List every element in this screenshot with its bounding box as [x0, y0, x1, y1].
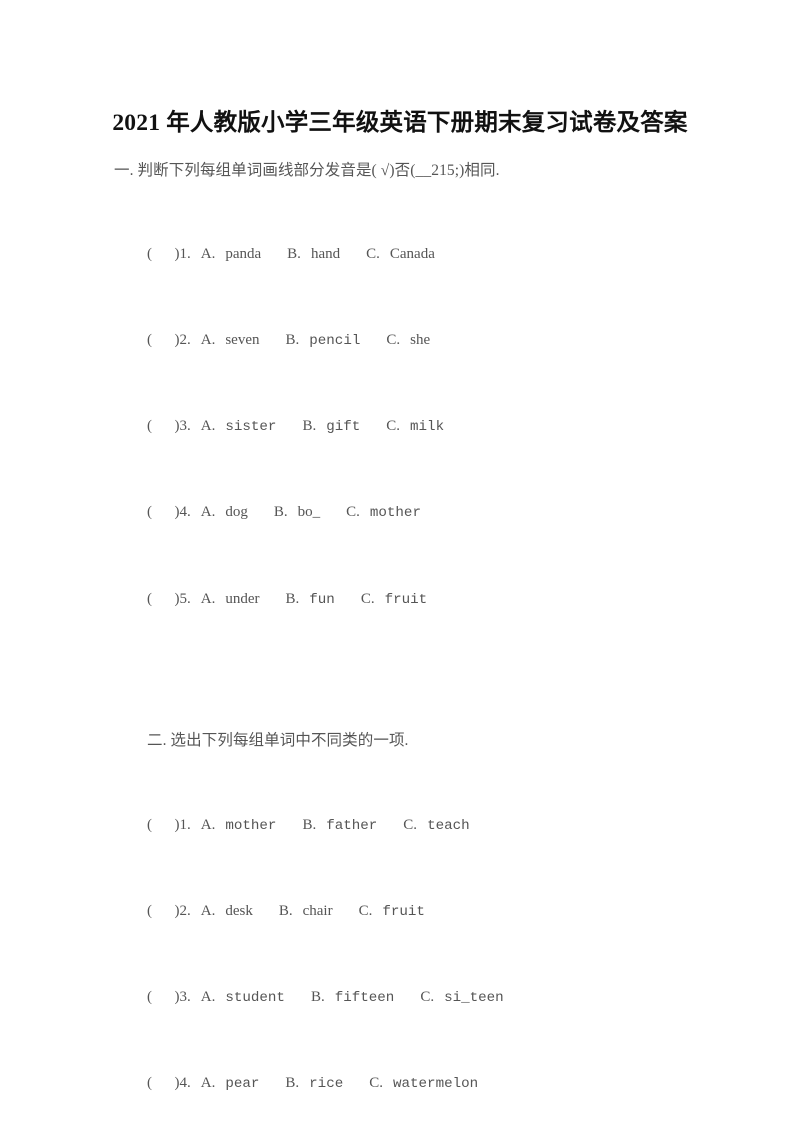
option-word[interactable]: chair — [303, 903, 333, 919]
option-label: B. — [285, 1075, 300, 1091]
option-word[interactable]: Canada — [390, 246, 435, 262]
option-word[interactable]: mother — [370, 505, 421, 521]
answer-blank[interactable]: ( )4. — [147, 1075, 191, 1091]
option-word[interactable]: fifteen — [335, 990, 395, 1006]
option-label: A. — [200, 903, 216, 919]
option-word[interactable]: seven — [225, 332, 259, 348]
option-word[interactable]: watermelon — [393, 1076, 478, 1092]
answer-blank[interactable]: ( )3. — [147, 989, 191, 1005]
question-row: ( )4. A. pear B. rice C. watermelon — [147, 1073, 478, 1094]
option-label: C. — [420, 989, 435, 1005]
option-label: A. — [200, 591, 216, 607]
option-word[interactable]: fun — [309, 592, 335, 608]
option-label: C. — [360, 591, 375, 607]
option-label: A. — [200, 246, 216, 262]
answer-blank[interactable]: ( )3. — [147, 418, 191, 434]
option-word[interactable]: hand — [311, 246, 340, 262]
option-word[interactable]: pencil — [309, 333, 360, 349]
option-label: B. — [273, 504, 288, 520]
option-label: C. — [369, 1075, 383, 1091]
option-label: B. — [285, 591, 300, 607]
option-label: A. — [200, 1075, 216, 1091]
option-word[interactable]: fruit — [385, 592, 428, 608]
option-label: B. — [278, 903, 293, 919]
option-word[interactable]: fruit — [382, 904, 425, 920]
option-label: C. — [366, 246, 380, 262]
option-label: B. — [287, 246, 301, 262]
option-word[interactable]: bo_ — [298, 504, 321, 520]
question-row: ( )3. A. student B. fifteen C. si_teen — [147, 987, 504, 1008]
option-word[interactable]: milk — [410, 419, 444, 435]
option-label: B. — [302, 817, 317, 833]
option-label: B. — [285, 332, 300, 348]
option-label: A. — [200, 418, 216, 434]
answer-blank[interactable]: ( )1. — [147, 817, 191, 833]
option-word[interactable]: si_teen — [444, 990, 504, 1006]
option-word[interactable]: under — [225, 591, 259, 607]
option-word[interactable]: panda — [225, 246, 261, 262]
page-title: 2021 年人教版小学三年级英语下册期末复习试卷及答案 — [112, 110, 688, 136]
option-label: B. — [310, 989, 325, 1005]
question-row: ( )3. A. sister B. gift C. milk — [147, 416, 444, 437]
option-word[interactable]: teach — [427, 818, 470, 834]
option-word[interactable]: student — [225, 990, 285, 1006]
option-word[interactable]: she — [410, 332, 430, 348]
answer-blank[interactable]: ( )1. — [147, 246, 191, 262]
option-word[interactable]: sister — [225, 419, 276, 435]
option-word[interactable]: rice — [309, 1076, 343, 1092]
answer-blank[interactable]: ( )2. — [147, 332, 191, 348]
option-word[interactable]: father — [326, 818, 377, 834]
document-page: 2021 年人教版小学三年级英语下册期末复习试卷及答案 一. 判断下列每组单词画… — [0, 0, 800, 1131]
answer-blank[interactable]: ( )2. — [147, 903, 191, 919]
option-label: A. — [200, 332, 216, 348]
option-word[interactable]: gift — [326, 419, 360, 435]
option-word[interactable]: dog — [225, 504, 248, 520]
option-label: C. — [386, 418, 401, 434]
option-label: B. — [302, 418, 317, 434]
question-row: ( )5. A. under B. fun C. fruit — [147, 589, 427, 610]
option-word[interactable]: desk — [225, 903, 253, 919]
option-label: A. — [200, 817, 216, 833]
answer-blank[interactable]: ( )4. — [147, 504, 191, 520]
option-label: C. — [346, 504, 360, 520]
section-heading-1: 一. 判断下列每组单词画线部分发音是( √)否(__215;)相同. — [114, 162, 500, 179]
option-label: C. — [386, 332, 401, 348]
question-row: ( )2. A. desk B. chair C. fruit — [147, 901, 425, 922]
option-label: C. — [403, 817, 418, 833]
option-label: A. — [200, 504, 216, 520]
question-row: ( )2. A. seven B. pencil C. she — [147, 330, 430, 351]
question-row: ( )1. A. panda B. hand C. Canada — [147, 244, 435, 264]
answer-blank[interactable]: ( )5. — [147, 591, 191, 607]
option-label: A. — [200, 989, 216, 1005]
section-heading-2: 二. 选出下列每组单词中不同类的一项. — [147, 732, 409, 749]
option-word[interactable]: pear — [225, 1076, 259, 1092]
option-word[interactable]: mother — [225, 818, 276, 834]
question-row: ( )1. A. mother B. father C. teach — [147, 815, 470, 836]
question-row: ( )4. A. dog B. bo_ C. mother — [147, 502, 421, 523]
option-label: C. — [358, 903, 373, 919]
